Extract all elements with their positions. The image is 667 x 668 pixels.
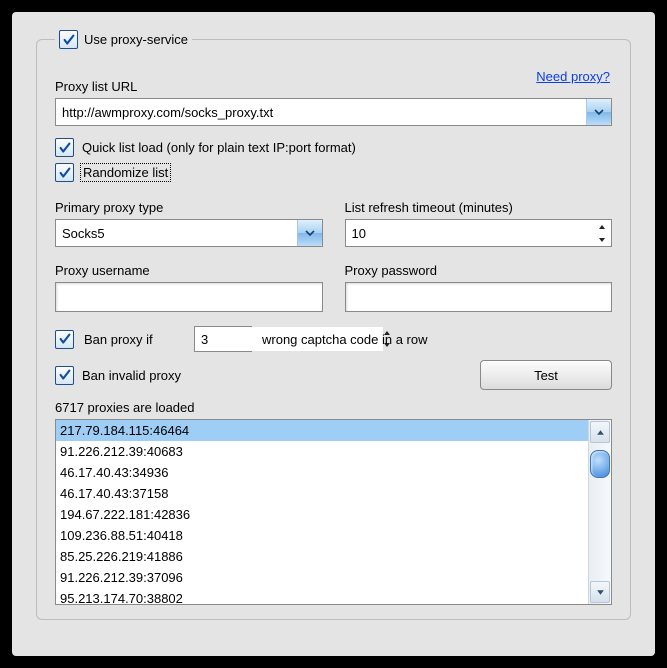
refresh-timeout-spinner[interactable] <box>345 219 613 247</box>
quick-load-label: Quick list load (only for plain text IP:… <box>82 140 356 155</box>
use-proxy-checkbox[interactable] <box>59 30 78 49</box>
ban-if-spinner[interactable] <box>194 326 252 352</box>
test-button[interactable]: Test <box>480 360 612 390</box>
ban-if-tail-label: wrong captcha code in a row <box>262 332 427 347</box>
list-item[interactable]: 217.79.184.115:46464 <box>56 420 588 441</box>
proxy-service-group: Use proxy-service Need proxy? Proxy list… <box>36 30 631 620</box>
scroll-thumb[interactable] <box>590 450 610 478</box>
scrollbar[interactable] <box>588 420 611 604</box>
list-item[interactable]: 91.226.212.39:37096 <box>56 567 588 588</box>
proxy-url-combo[interactable] <box>55 98 612 126</box>
randomize-label: Randomize list <box>82 165 169 180</box>
quick-load-checkbox[interactable] <box>55 138 74 157</box>
scroll-up-button[interactable] <box>590 421 610 443</box>
proxy-url-input[interactable] <box>56 99 586 125</box>
caret-up-icon <box>598 223 606 231</box>
ban-invalid-label: Ban invalid proxy <box>82 368 181 383</box>
proxy-listbox[interactable]: 217.79.184.115:4646491.226.212.39:406834… <box>55 419 612 605</box>
caret-up-icon <box>596 428 605 437</box>
list-item[interactable]: 46.17.40.43:34936 <box>56 462 588 483</box>
caret-down-icon <box>596 588 605 597</box>
refresh-down-button[interactable] <box>593 233 611 246</box>
list-item[interactable]: 109.236.88.51:40418 <box>56 525 588 546</box>
proxy-count-status: 6717 proxies are loaded <box>55 400 612 415</box>
ban-if-label: Ban proxy if <box>84 332 184 347</box>
username-label: Proxy username <box>55 263 323 278</box>
chevron-down-icon <box>305 228 315 238</box>
primary-type-combo[interactable] <box>55 219 323 247</box>
refresh-up-button[interactable] <box>593 220 611 233</box>
chevron-down-icon <box>594 107 604 117</box>
proxy-url-dropdown-button[interactable] <box>586 99 611 125</box>
caret-down-icon <box>598 236 606 244</box>
password-input[interactable] <box>345 282 613 312</box>
list-item[interactable]: 46.17.40.43:37158 <box>56 483 588 504</box>
list-item[interactable]: 95.213.174.70:38802 <box>56 588 588 604</box>
proxy-url-label: Proxy list URL <box>55 79 612 94</box>
username-input[interactable] <box>55 282 323 312</box>
password-label: Proxy password <box>345 263 613 278</box>
ban-invalid-checkbox[interactable] <box>55 366 74 385</box>
list-item[interactable]: 91.226.212.39:40683 <box>56 441 588 462</box>
need-proxy-link[interactable]: Need proxy? <box>536 69 610 84</box>
use-proxy-label: Use proxy-service <box>84 32 188 47</box>
scroll-down-button[interactable] <box>590 581 610 603</box>
randomize-checkbox[interactable] <box>55 163 74 182</box>
refresh-timeout-label: List refresh timeout (minutes) <box>345 200 613 215</box>
ban-if-checkbox[interactable] <box>55 330 74 349</box>
primary-type-value[interactable] <box>56 220 297 246</box>
primary-type-dropdown-button[interactable] <box>297 220 322 246</box>
test-button-label: Test <box>534 368 558 383</box>
list-item[interactable]: 85.25.226.219:41886 <box>56 546 588 567</box>
list-item[interactable]: 194.67.222.181:42836 <box>56 504 588 525</box>
primary-type-label: Primary proxy type <box>55 200 323 215</box>
refresh-timeout-input[interactable] <box>346 220 594 246</box>
